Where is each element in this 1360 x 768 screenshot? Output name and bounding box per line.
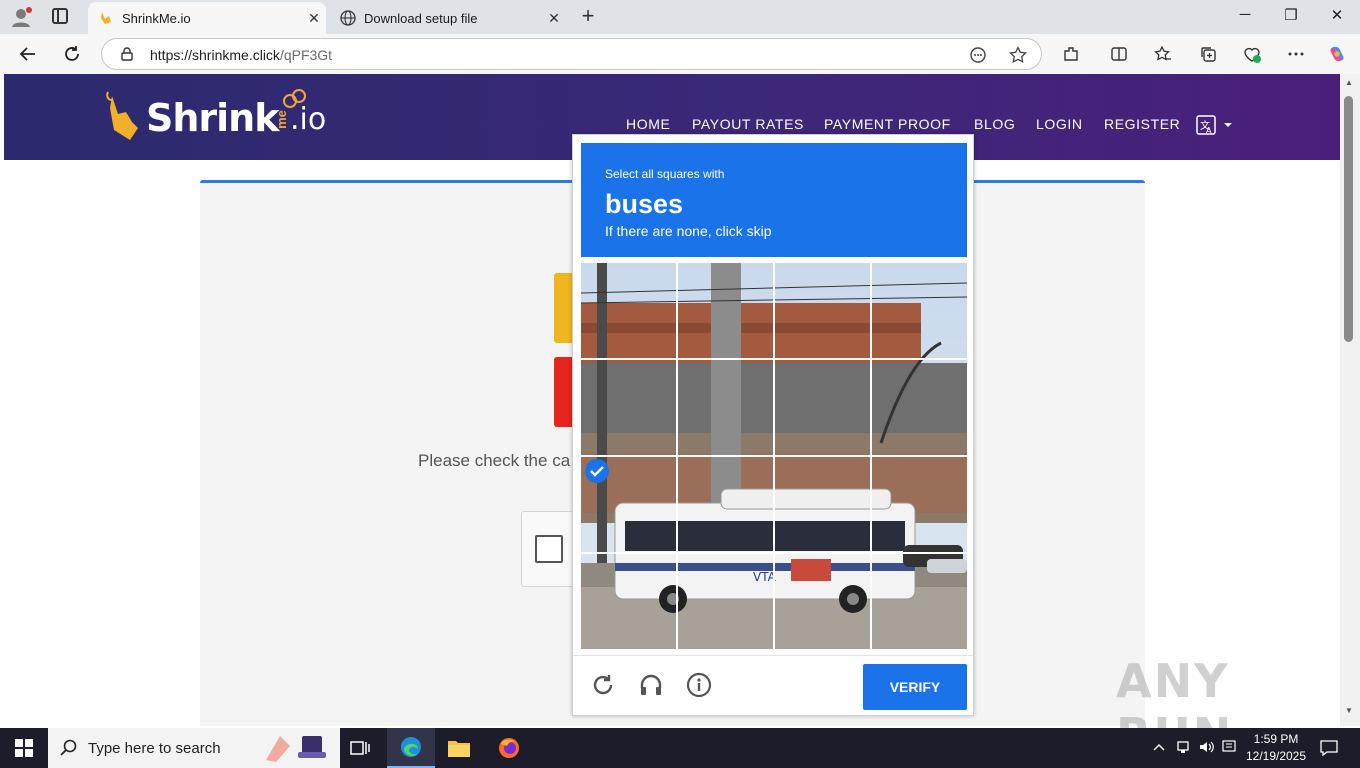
captcha-tile[interactable] [775,457,871,553]
captcha-tile[interactable] [872,457,968,553]
search-placeholder: Type here to search [88,740,221,757]
profile-avatar-icon[interactable] [10,6,32,28]
captcha-image-grid: VTA [581,263,967,649]
split-screen-icon[interactable] [1109,44,1129,64]
reading-mode-icon[interactable] [968,45,988,65]
language-icon[interactable] [1222,740,1238,757]
volume-icon[interactable] [1198,740,1216,757]
copilot-icon[interactable] [1327,44,1347,64]
captcha-target: buses [605,189,684,219]
language-dropdown[interactable]: 文 A [1196,114,1236,136]
tab-title: Download setup file [364,10,478,26]
reload-icon[interactable] [586,668,620,702]
captcha-tile[interactable] [581,360,677,456]
logo-me-text: me [273,110,289,129]
edge-taskbar-icon[interactable] [387,728,435,768]
nav-payment-proof[interactable]: PAYMENT PROOF [824,116,951,132]
url-text: https://shrinkme.click/qPF3Gt [150,47,333,63]
nav-payout-rates[interactable]: PAYOUT RATES [692,116,804,132]
file-explorer-icon[interactable] [435,728,483,768]
captcha-challenge-dialog: Select all squares with buses If there a… [572,134,974,716]
headphones-icon[interactable] [634,668,668,702]
tray-overflow-icon[interactable] [1152,740,1166,757]
tab-title: ShrinkMe.io [122,10,191,26]
new-tab-button[interactable]: + [576,5,600,29]
extensions-icon[interactable] [1061,44,1081,64]
close-tab-icon[interactable]: ✕ [542,10,566,27]
network-icon[interactable] [1176,740,1192,757]
browser-toolbar: https://shrinkme.click/qPF3Gt [0,34,1360,74]
scrollbar-thumb[interactable] [1344,96,1353,342]
lock-icon[interactable] [120,47,134,61]
browser-essentials-icon[interactable] [1242,44,1262,64]
nav-register[interactable]: REGISTER [1104,116,1180,132]
page-scrollbar[interactable]: ▲ ▼ [1340,74,1360,726]
captcha-tile-selected[interactable] [581,457,677,553]
captcha-tile[interactable] [678,360,774,456]
shrinkme-favicon-icon [98,10,114,26]
tab-shrinkme[interactable]: ShrinkMe.io ✕ [88,2,326,34]
favorites-icon[interactable] [1153,44,1173,64]
tab-actions-icon[interactable] [52,8,68,24]
nav-login[interactable]: LOGIN [1036,116,1083,132]
captcha-tile[interactable] [581,263,677,359]
translate-icon: 文 A [1196,115,1232,135]
firefox-icon[interactable] [485,728,533,768]
nav-home[interactable]: HOME [626,116,670,132]
windows-logo-icon [15,739,33,757]
captcha-tile[interactable] [678,554,774,650]
nav-blog[interactable]: BLOG [974,116,1015,132]
address-bar[interactable]: https://shrinkme.click/qPF3Gt [101,38,1042,70]
captcha-header: Select all squares with buses If there a… [581,143,967,257]
captcha-tile[interactable] [775,360,871,456]
globe-icon [340,10,356,26]
notifications-icon[interactable] [1320,740,1338,759]
hand-pointer-icon [106,91,138,140]
logo-rings-icon [283,89,306,108]
minimize-icon[interactable]: ─ [1222,6,1268,28]
task-view-icon[interactable] [336,728,384,768]
info-icon[interactable] [682,668,716,702]
captcha-footer: VERIFY [573,655,973,715]
restore-icon[interactable]: ❐ [1268,6,1314,28]
windows-taskbar: Type here to search 1:59 PM 12/19/2025 [0,728,1360,768]
clock-date: 12/19/2025 [1245,749,1307,763]
captcha-tile[interactable] [678,457,774,553]
logo-text: Shrink [146,96,280,140]
close-tab-icon[interactable]: ✕ [302,10,326,27]
start-button[interactable] [0,728,48,768]
captcha-tile[interactable] [872,360,968,456]
captcha-checkbox[interactable] [535,535,563,563]
shrinkme-logo[interactable]: Shrink me .io [104,89,344,142]
close-window-icon[interactable]: ✕ [1314,6,1360,28]
back-arrow-icon[interactable] [16,42,40,66]
favorite-star-icon[interactable] [1008,45,1028,65]
captcha-tile[interactable] [678,263,774,359]
checkmark-icon [585,459,609,483]
captcha-instruction: Select all squares with [605,167,725,181]
scroll-up-icon[interactable]: ▲ [1344,78,1354,88]
more-options-icon[interactable] [1286,44,1306,64]
collections-icon[interactable] [1198,44,1218,64]
system-clock[interactable]: 1:59 PM 12/19/2025 [1240,731,1312,765]
refresh-icon[interactable] [60,42,84,66]
captcha-tile[interactable] [775,554,871,650]
please-check-text: Please check the ca [418,451,571,470]
captcha-tile[interactable] [872,554,968,650]
browser-tab-bar: ShrinkMe.io ✕ Download setup file ✕ + ─ … [0,0,1360,34]
verify-button[interactable]: VERIFY [863,664,967,710]
clock-time: 1:59 PM [1253,732,1299,746]
svg-text:A: A [1206,126,1212,135]
captcha-tile[interactable] [775,263,871,359]
captcha-tile[interactable] [581,554,677,650]
search-icon [60,739,77,756]
taskbar-search-box[interactable]: Type here to search [48,728,340,768]
captcha-hint: If there are none, click skip [605,223,772,239]
tab-download-setup[interactable]: Download setup file ✕ [330,2,566,34]
search-highlight-icon [266,736,326,762]
captcha-tile[interactable] [872,263,968,359]
